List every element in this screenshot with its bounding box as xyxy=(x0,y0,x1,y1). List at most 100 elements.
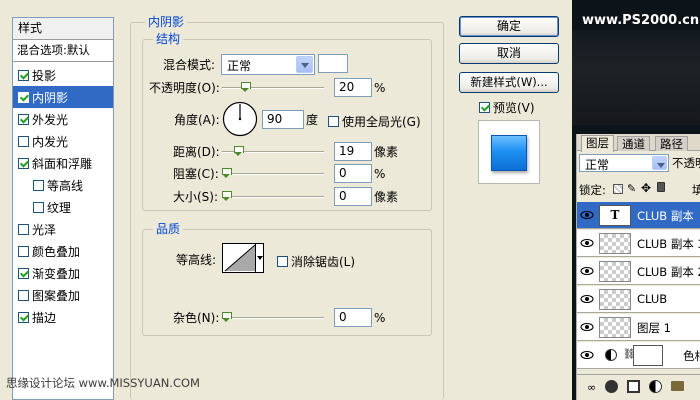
preview-checkbox[interactable]: 预览(V) xyxy=(479,99,535,116)
layer-row[interactable]: CLUB 副本 3 xyxy=(577,230,700,257)
style-item-checkbox[interactable] xyxy=(18,113,29,125)
style-item-6[interactable]: 纹理 xyxy=(13,196,113,218)
blend-mode-value: 正常 xyxy=(227,59,252,73)
style-item-label: 等高线 xyxy=(47,178,84,193)
eye-icon[interactable] xyxy=(580,208,594,222)
noise-slider-thumb[interactable] xyxy=(222,312,232,323)
choke-slider[interactable] xyxy=(222,168,324,179)
layer-row[interactable]: T CLUB 副本 xyxy=(577,202,700,229)
structure-legend: 结构 xyxy=(153,32,184,46)
contour-label: 等高线: xyxy=(176,253,217,267)
noise-label: 杂色(N): xyxy=(173,311,220,325)
style-item-9[interactable]: 渐变叠加 xyxy=(13,262,113,284)
preview-label: 预览(V) xyxy=(493,101,535,115)
opacity-slider-thumb[interactable] xyxy=(241,82,251,93)
angle-input[interactable]: 90 xyxy=(262,110,304,129)
style-item-10[interactable]: 图案叠加 xyxy=(13,284,113,306)
lock-move-icon[interactable]: ✥ xyxy=(641,181,651,195)
style-item-checkbox[interactable] xyxy=(18,311,29,323)
lock-transparent-icon[interactable] xyxy=(613,184,623,194)
global-light-checkbox[interactable]: 使用全局光(G) xyxy=(328,113,421,130)
style-item-checkbox[interactable] xyxy=(18,267,29,279)
quality-legend: 品质 xyxy=(153,222,184,236)
noise-slider[interactable] xyxy=(222,312,324,323)
opacity-slider[interactable] xyxy=(222,82,324,93)
size-slider[interactable] xyxy=(222,191,324,202)
size-unit: 像素 xyxy=(374,190,399,204)
contour-dropdown-icon[interactable] xyxy=(255,244,263,272)
layer-name: CLUB 副本 2 xyxy=(637,265,700,279)
style-item-7[interactable]: 光泽 xyxy=(13,218,113,240)
style-item-label: 外发光 xyxy=(32,112,69,127)
layer-mode-chevron-down-icon[interactable] xyxy=(652,156,667,170)
style-item-1[interactable]: 内阴影 xyxy=(13,86,113,108)
style-item-checkbox[interactable] xyxy=(33,201,44,213)
contour-picker[interactable] xyxy=(222,243,264,273)
fx-icon[interactable] xyxy=(605,380,618,393)
choke-label: 阻塞(C): xyxy=(173,167,219,181)
layer-row[interactable]: ⛓ 色相 xyxy=(577,342,700,369)
chevron-down-icon[interactable] xyxy=(296,56,313,73)
style-item-checkbox[interactable] xyxy=(18,91,29,103)
global-light-check[interactable] xyxy=(328,116,339,127)
layer-row[interactable]: 图层 1 xyxy=(577,314,700,341)
layer-name: CLUB 副本 3 xyxy=(637,237,700,251)
choke-input[interactable]: 0 xyxy=(334,164,372,183)
size-slider-thumb[interactable] xyxy=(222,191,232,202)
new-group-icon[interactable] xyxy=(671,381,684,391)
style-item-11[interactable]: 描边 xyxy=(13,306,113,328)
style-item-checkbox[interactable] xyxy=(18,289,29,301)
size-input[interactable]: 0 xyxy=(334,187,372,206)
angle-dial[interactable] xyxy=(222,101,258,137)
style-item-2[interactable]: 外发光 xyxy=(13,108,113,130)
eye-icon[interactable] xyxy=(580,348,594,362)
eye-icon[interactable] xyxy=(580,292,594,306)
choke-slider-thumb[interactable] xyxy=(222,168,232,179)
shadow-color-swatch[interactable] xyxy=(318,54,348,73)
new-style-button[interactable]: 新建样式(W)... xyxy=(459,72,559,93)
mask-icon[interactable] xyxy=(627,380,640,393)
ok-button[interactable]: 确定 xyxy=(459,16,559,37)
global-light-label: 使用全局光(G) xyxy=(342,115,421,129)
text-layer-icon: T xyxy=(599,205,631,226)
style-item-5[interactable]: 等高线 xyxy=(13,174,113,196)
noise-input[interactable]: 0 xyxy=(334,308,372,327)
tab-channels[interactable]: 通道 xyxy=(617,136,650,151)
link-icon[interactable]: ∞ xyxy=(587,381,596,394)
distance-input[interactable]: 19 xyxy=(334,142,372,161)
layer-blend-mode-select[interactable]: 正常 xyxy=(579,154,669,172)
tab-paths[interactable]: 路径 xyxy=(655,136,688,151)
style-item-3[interactable]: 内发光 xyxy=(13,130,113,152)
distance-slider[interactable] xyxy=(222,146,324,157)
lock-paint-icon[interactable]: ✎ xyxy=(627,182,636,195)
eye-icon[interactable] xyxy=(580,236,594,250)
blend-options-item[interactable]: 混合选项:默认 xyxy=(13,40,113,62)
style-item-0[interactable]: 投影 xyxy=(13,64,113,86)
cancel-button[interactable]: 取消 xyxy=(459,43,559,64)
layer-row[interactable]: CLUB 副本 2 xyxy=(577,258,700,285)
antialias-check[interactable] xyxy=(277,256,288,267)
style-item-4[interactable]: 斜面和浮雕 xyxy=(13,152,113,174)
style-item-checkbox[interactable] xyxy=(18,157,29,169)
opacity-input[interactable]: 20 xyxy=(334,78,372,97)
adjustment-icon[interactable] xyxy=(649,380,662,393)
style-item-checkbox[interactable] xyxy=(33,179,44,191)
eye-icon[interactable] xyxy=(580,320,594,334)
layer-row[interactable]: CLUB xyxy=(577,286,700,313)
style-item-label: 渐变叠加 xyxy=(32,266,81,281)
antialias-checkbox[interactable]: 消除锯齿(L) xyxy=(277,253,355,270)
blend-mode-select[interactable]: 正常 xyxy=(221,54,315,75)
style-item-checkbox[interactable] xyxy=(18,69,29,81)
tab-layers[interactable]: 图层 xyxy=(581,135,614,152)
style-item-checkbox[interactable] xyxy=(18,245,29,257)
style-list-header[interactable]: 样式 xyxy=(13,18,113,40)
style-item-8[interactable]: 颜色叠加 xyxy=(13,240,113,262)
preview-check[interactable] xyxy=(479,102,490,113)
layers-panel: 图层 通道 路径 正常 不透明 锁定: ✎ ✥ 填 T CLUB 副本 CLUB 副… xyxy=(576,134,700,400)
lock-all-icon[interactable] xyxy=(657,182,665,192)
style-item-checkbox[interactable] xyxy=(18,135,29,147)
eye-icon[interactable] xyxy=(580,264,594,278)
distance-slider-thumb[interactable] xyxy=(234,146,244,157)
layer-thumbnail xyxy=(599,233,631,254)
style-item-checkbox[interactable] xyxy=(18,223,29,235)
